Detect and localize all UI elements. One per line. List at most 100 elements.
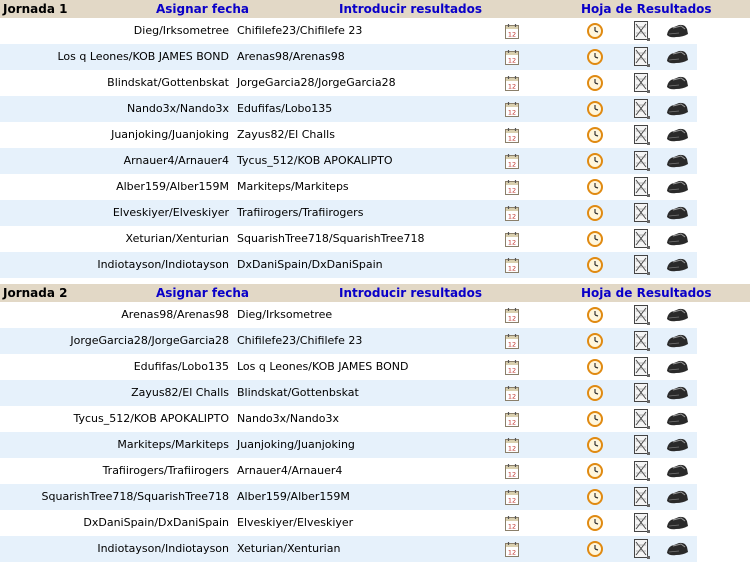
clock-icon[interactable] [587, 101, 603, 120]
results-sheet-icon[interactable] [634, 47, 650, 70]
results-sheet-icon[interactable] [634, 383, 650, 406]
assign-date-link[interactable]: Asignar fecha [156, 286, 249, 300]
match-row: Trafiirogers/Trafiirogers Arnauer4/Arnau… [0, 458, 697, 484]
whistle-icon[interactable] [665, 153, 689, 172]
svg-text:12: 12 [508, 445, 516, 453]
whistle-icon[interactable] [665, 23, 689, 42]
whistle-icon[interactable] [665, 307, 689, 326]
calendar-icon[interactable]: 12 [505, 360, 519, 378]
calendar-icon[interactable]: 12 [505, 102, 519, 120]
whistle-icon[interactable] [665, 49, 689, 68]
calendar-icon[interactable]: 12 [505, 308, 519, 326]
clock-icon[interactable] [587, 75, 603, 94]
whistle-icon[interactable] [665, 489, 689, 508]
results-sheet-icon[interactable] [634, 305, 650, 328]
calendar-icon[interactable]: 12 [505, 438, 519, 456]
svg-text:12: 12 [508, 187, 516, 195]
calendar-icon[interactable]: 12 [505, 232, 519, 250]
calendar-icon[interactable]: 12 [505, 516, 519, 534]
results-sheet-link[interactable]: Hoja de Resultados [581, 2, 712, 16]
results-sheet-icon[interactable] [634, 229, 650, 252]
calendar-icon[interactable]: 12 [505, 76, 519, 94]
calendar-icon[interactable]: 12 [505, 464, 519, 482]
home-team: Blindskat/Gottenbskat [107, 76, 229, 89]
whistle-icon[interactable] [665, 359, 689, 378]
svg-text:12: 12 [508, 83, 516, 91]
match-row: Arnauer4/Arnauer4 Tycus_512/KOB APOKALIP… [0, 148, 697, 174]
match-row: DxDaniSpain/DxDaniSpain Elveskiyer/Elves… [0, 510, 697, 536]
clock-icon[interactable] [587, 231, 603, 250]
results-sheet-icon[interactable] [634, 539, 650, 562]
clock-icon[interactable] [587, 463, 603, 482]
whistle-icon[interactable] [665, 101, 689, 120]
match-row: JorgeGarcia28/JorgeGarcia28 Chifilefe23/… [0, 328, 697, 354]
calendar-icon[interactable]: 12 [505, 386, 519, 404]
away-team: DxDaniSpain/DxDaniSpain [237, 258, 383, 271]
results-sheet-icon[interactable] [634, 203, 650, 226]
clock-icon[interactable] [587, 437, 603, 456]
whistle-icon[interactable] [665, 541, 689, 560]
results-sheet-icon[interactable] [634, 255, 650, 278]
calendar-icon[interactable]: 12 [505, 24, 519, 42]
clock-icon[interactable] [587, 333, 603, 352]
whistle-icon[interactable] [665, 75, 689, 94]
whistle-icon[interactable] [665, 231, 689, 250]
svg-text:12: 12 [508, 109, 516, 117]
calendar-icon[interactable]: 12 [505, 180, 519, 198]
whistle-icon[interactable] [665, 463, 689, 482]
clock-icon[interactable] [587, 23, 603, 42]
results-sheet-icon[interactable] [634, 99, 650, 122]
away-team: Dieg/Irksometree [237, 308, 333, 321]
calendar-icon[interactable]: 12 [505, 490, 519, 508]
clock-icon[interactable] [587, 127, 603, 146]
results-sheet-icon[interactable] [634, 461, 650, 484]
clock-icon[interactable] [587, 489, 603, 508]
results-sheet-icon[interactable] [634, 151, 650, 174]
clock-icon[interactable] [587, 359, 603, 378]
clock-icon[interactable] [587, 307, 603, 326]
clock-icon[interactable] [587, 515, 603, 534]
calendar-icon[interactable]: 12 [505, 206, 519, 224]
results-sheet-icon[interactable] [634, 73, 650, 96]
clock-icon[interactable] [587, 257, 603, 276]
clock-icon[interactable] [587, 411, 603, 430]
clock-icon[interactable] [587, 49, 603, 68]
results-sheet-icon[interactable] [634, 331, 650, 354]
calendar-icon[interactable]: 12 [505, 334, 519, 352]
results-sheet-link[interactable]: Hoja de Resultados [581, 286, 712, 300]
match-row: Alber159/Alber159M Markiteps/Markiteps 1… [0, 174, 697, 200]
results-sheet-icon[interactable] [634, 21, 650, 44]
whistle-icon[interactable] [665, 205, 689, 224]
clock-icon[interactable] [587, 385, 603, 404]
whistle-icon[interactable] [665, 437, 689, 456]
calendar-icon[interactable]: 12 [505, 128, 519, 146]
clock-icon[interactable] [587, 153, 603, 172]
whistle-icon[interactable] [665, 411, 689, 430]
results-sheet-icon[interactable] [634, 513, 650, 536]
results-sheet-icon[interactable] [634, 435, 650, 458]
results-sheet-icon[interactable] [634, 125, 650, 148]
fixtures-page: Jornada 1 Asignar fecha Introducir resul… [0, 0, 750, 562]
clock-icon[interactable] [587, 205, 603, 224]
results-sheet-icon[interactable] [634, 487, 650, 510]
clock-icon[interactable] [587, 179, 603, 198]
whistle-icon[interactable] [665, 385, 689, 404]
enter-results-link[interactable]: Introducir resultados [339, 286, 482, 300]
results-sheet-icon[interactable] [634, 177, 650, 200]
calendar-icon[interactable]: 12 [505, 50, 519, 68]
enter-results-link[interactable]: Introducir resultados [339, 2, 482, 16]
whistle-icon[interactable] [665, 127, 689, 146]
calendar-icon[interactable]: 12 [505, 258, 519, 276]
whistle-icon[interactable] [665, 257, 689, 276]
calendar-icon[interactable]: 12 [505, 154, 519, 172]
calendar-icon[interactable]: 12 [505, 542, 519, 560]
assign-date-link[interactable]: Asignar fecha [156, 2, 249, 16]
whistle-icon[interactable] [665, 515, 689, 534]
whistle-icon[interactable] [665, 179, 689, 198]
whistle-icon[interactable] [665, 333, 689, 352]
svg-text:12: 12 [508, 135, 516, 143]
clock-icon[interactable] [587, 541, 603, 560]
results-sheet-icon[interactable] [634, 357, 650, 380]
results-sheet-icon[interactable] [634, 409, 650, 432]
calendar-icon[interactable]: 12 [505, 412, 519, 430]
